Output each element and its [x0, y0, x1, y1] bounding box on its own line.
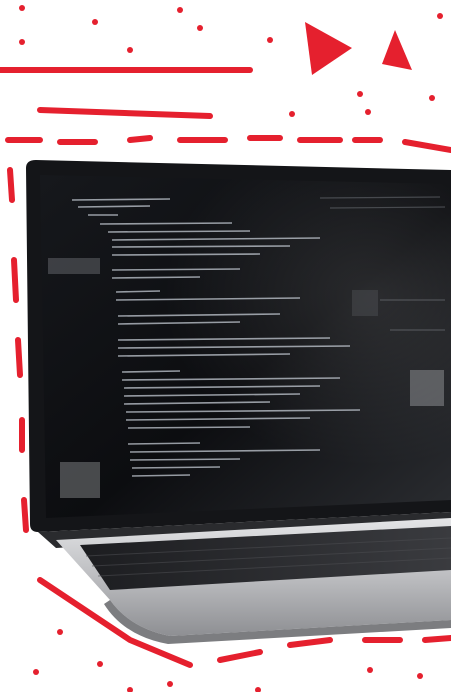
laptop-lid — [26, 160, 451, 532]
decor-dash-top — [5, 135, 451, 153]
screen-block — [48, 258, 100, 274]
screen-block — [60, 462, 100, 498]
screen-block — [352, 290, 378, 316]
laptop-illustration — [0, 5, 451, 692]
laptop-base — [38, 512, 451, 644]
decor-triangle-1 — [305, 22, 352, 75]
decor-triangle-2 — [382, 30, 412, 70]
decor-line-short — [37, 107, 213, 119]
decor-dash-bottom — [217, 635, 451, 663]
photo-illustration — [0, 0, 451, 692]
screen-block — [410, 370, 444, 406]
decor-dash-left — [7, 167, 29, 533]
